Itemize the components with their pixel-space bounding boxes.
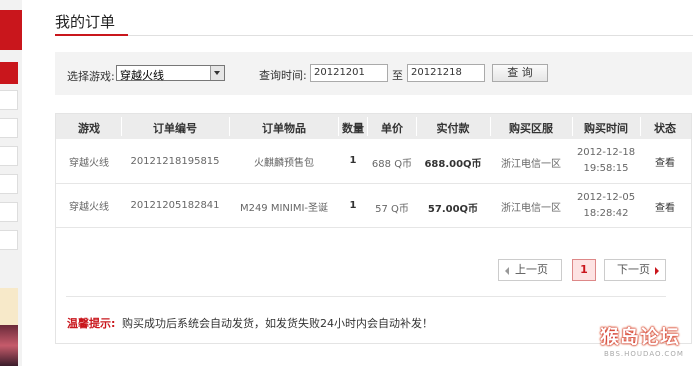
th-server: 购买区服 bbox=[509, 122, 553, 135]
cell-order-no: 20121218195815 bbox=[130, 156, 220, 167]
cell-date: 2012-12-05 bbox=[576, 192, 636, 203]
title-divider bbox=[128, 35, 693, 36]
sidebar-item[interactable] bbox=[0, 202, 18, 222]
date-from-input[interactable]: 20121201 bbox=[310, 64, 388, 82]
cell-paid: 688.00Q币 bbox=[424, 159, 482, 170]
page-title: 我的订单 bbox=[55, 13, 116, 31]
game-select-label: 选择游戏: bbox=[67, 70, 115, 83]
sidebar-header-block bbox=[0, 10, 22, 50]
cell-server: 浙江电信一区 bbox=[501, 159, 561, 170]
watermark-logo: 猴岛论坛 bbox=[600, 326, 681, 348]
th-date: 购买时间 bbox=[584, 122, 628, 135]
th-status: 状态 bbox=[654, 122, 676, 135]
cell-game: 穿越火线 bbox=[69, 158, 109, 169]
column-divider bbox=[229, 117, 230, 136]
game-select-value: 穿越火线 bbox=[120, 69, 164, 82]
column-divider bbox=[121, 117, 122, 136]
sidebar-item[interactable] bbox=[0, 146, 18, 166]
watermark: 猴岛论坛 BBS.HOUDAO.COM bbox=[600, 322, 696, 362]
cell-item: M249 MINIMI-圣诞 bbox=[239, 203, 329, 214]
query-button[interactable]: 查 询 bbox=[492, 64, 548, 82]
th-paid: 实付款 bbox=[436, 122, 470, 135]
cell-unit-price: 688 Q币 bbox=[371, 159, 413, 170]
tip-label: 温馨提示: bbox=[67, 317, 116, 330]
chevron-right-icon bbox=[655, 267, 659, 275]
sidebar-promo-image bbox=[0, 325, 18, 366]
chevron-left-icon bbox=[505, 267, 509, 275]
column-divider bbox=[572, 117, 573, 136]
sidebar-item[interactable] bbox=[0, 90, 18, 110]
title-underline bbox=[55, 34, 128, 36]
cell-server: 浙江电信一区 bbox=[501, 203, 561, 214]
sidebar-active-item[interactable] bbox=[0, 62, 18, 84]
cell-date: 2012-12-18 bbox=[576, 147, 636, 158]
th-qty: 数量 bbox=[342, 122, 364, 135]
th-unit-price: 单价 bbox=[381, 122, 403, 135]
view-order-link[interactable]: 查看 bbox=[642, 199, 688, 214]
cell-time: 18:28:42 bbox=[583, 208, 629, 219]
prev-page-button[interactable]: 上一页 bbox=[498, 259, 562, 281]
sidebar-item[interactable] bbox=[0, 230, 18, 250]
cell-unit-price: 57 Q币 bbox=[375, 204, 409, 215]
sidebar-item[interactable] bbox=[0, 174, 18, 194]
column-divider bbox=[640, 117, 641, 136]
date-to-input[interactable]: 20121218 bbox=[407, 64, 485, 82]
th-game: 游戏 bbox=[78, 122, 100, 135]
game-select[interactable]: 穿越火线 bbox=[116, 65, 225, 82]
view-order-link[interactable]: 查看 bbox=[642, 154, 688, 169]
next-page-label: 下一页 bbox=[617, 263, 650, 276]
cell-qty: 1 bbox=[349, 200, 357, 211]
cell-order-no: 20121205182841 bbox=[130, 200, 220, 211]
tip-text: 购买成功后系统会自动发货，如发货失败24小时内会自动补发！ bbox=[122, 317, 433, 330]
cell-time: 19:58:15 bbox=[583, 163, 629, 174]
watermark-url: BBS.HOUDAO.COM bbox=[604, 350, 684, 358]
time-label: 查询时间: bbox=[259, 69, 307, 82]
th-order-no: 订单编号 bbox=[153, 122, 197, 135]
row-divider bbox=[56, 227, 691, 228]
th-item: 订单物品 bbox=[262, 122, 306, 135]
next-page-button[interactable]: 下一页 bbox=[604, 259, 666, 281]
cell-qty: 1 bbox=[349, 155, 357, 166]
tip-divider bbox=[66, 296, 666, 297]
column-divider bbox=[367, 117, 368, 136]
cell-item: 火麒麟预售包 bbox=[254, 158, 314, 169]
column-divider bbox=[416, 117, 417, 136]
sidebar-item[interactable] bbox=[0, 118, 18, 138]
prev-page-label: 上一页 bbox=[515, 263, 548, 276]
column-divider bbox=[490, 117, 491, 136]
current-page[interactable]: 1 bbox=[572, 259, 596, 281]
cell-paid: 57.00Q币 bbox=[427, 204, 479, 215]
column-divider bbox=[338, 117, 339, 136]
chevron-down-icon[interactable] bbox=[210, 66, 224, 80]
cell-game: 穿越火线 bbox=[69, 202, 109, 213]
date-range-separator: 至 bbox=[392, 69, 403, 82]
